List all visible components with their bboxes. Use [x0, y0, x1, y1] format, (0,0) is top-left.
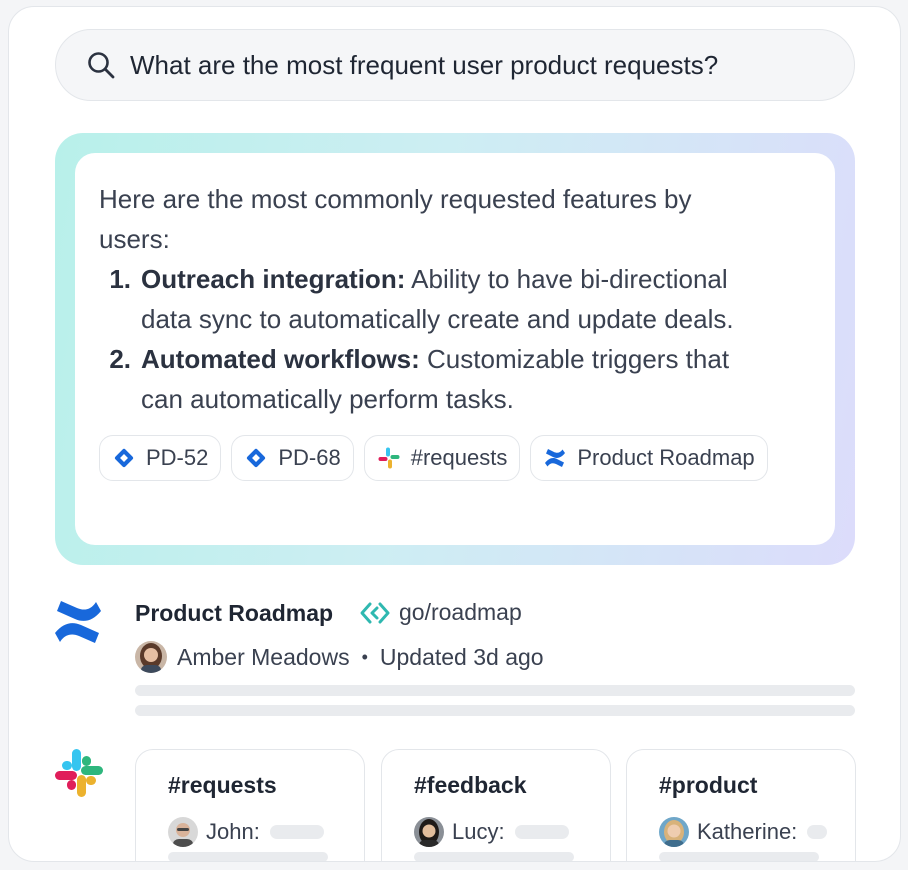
avatar-katherine-icon [659, 817, 689, 847]
jira-icon [247, 448, 266, 468]
source-chip-label: #requests [410, 445, 508, 470]
answer-body: Here are the most commonly requested fea… [75, 153, 835, 545]
search-query[interactable]: What are the most frequent user product … [130, 50, 718, 81]
search-results-card: What are the most frequent user product … [8, 6, 901, 862]
avatar [168, 817, 198, 847]
channel-name: #feedback [414, 772, 527, 798]
search-icon [88, 52, 115, 79]
message-row: Lucy: [414, 817, 610, 847]
slack-channel-card-product[interactable]: #product Katherine: [626, 749, 856, 861]
golink-text: go/roadmap [399, 599, 522, 625]
confluence-logo-icon [55, 601, 101, 643]
answer-item: 1. Outreach integration: Ability to have… [99, 259, 811, 339]
slack-icon [378, 447, 400, 469]
message-placeholder [807, 825, 828, 839]
answer-item-number: 1. [109, 264, 131, 294]
answer-item-title: Outreach integration: [141, 264, 406, 294]
message-user: Lucy: [452, 819, 505, 844]
jira-icon [114, 448, 134, 468]
confluence-icon [545, 449, 566, 467]
channel-name: #requests [168, 772, 277, 798]
source-chip-label: Product Roadmap [577, 445, 755, 470]
message-placeholder [514, 825, 569, 839]
source-chip-requests[interactable]: #requests [363, 435, 521, 481]
meta-separator: • [361, 646, 368, 667]
slack-channel-card-requests[interactable]: #requests John: [135, 749, 365, 861]
slack-logo-icon [55, 749, 103, 797]
golink[interactable]: go/roadmap [359, 599, 522, 626]
updated-time: Updated 3d ago [379, 643, 544, 670]
message-user: Katherine: [697, 819, 798, 844]
avatar-lucy-icon [414, 817, 444, 847]
avatar [414, 817, 444, 847]
avatar [659, 817, 689, 847]
message-placeholder [269, 825, 324, 839]
source-chip-label: PD-68 [278, 445, 341, 470]
answer-list: 1. Outreach integration: Ability to have… [99, 259, 811, 419]
channel-name: #product [659, 772, 758, 798]
source-chip-product-roadmap[interactable]: Product Roadmap [530, 435, 768, 481]
source-chips: PD-52 PD-68 #requests Product Roadmap [99, 435, 811, 481]
answer-item: 2. Automated workflows: Customizable tri… [99, 339, 811, 419]
search-bar[interactable]: What are the most frequent user product … [55, 29, 855, 101]
placeholder-line [135, 685, 855, 696]
placeholder-line [414, 852, 574, 861]
source-chip-label: PD-52 [146, 445, 209, 470]
answer-item-number: 2. [109, 344, 131, 374]
placeholder-line [135, 705, 855, 716]
golink-icon [360, 602, 390, 623]
answer-intro: Here are the most commonly requested fea… [99, 184, 692, 254]
answer-panel: Here are the most commonly requested fea… [55, 133, 855, 565]
avatar [135, 641, 167, 673]
placeholder-line [168, 852, 328, 861]
result-meta: Amber Meadows • Updated 3d ago [135, 641, 544, 673]
source-chip-pd-68[interactable]: PD-68 [231, 435, 354, 481]
author-name[interactable]: Amber Meadows [177, 644, 350, 671]
message-row: John: [168, 817, 364, 847]
avatar-amber-icon [135, 641, 167, 673]
answer-item-title: Automated workflows: [141, 344, 420, 374]
slack-channel-card-feedback[interactable]: #feedback Lucy: [381, 749, 611, 861]
message-row: Katherine: [659, 817, 855, 847]
source-chip-pd-52[interactable]: PD-52 [99, 435, 222, 481]
message-user: John: [206, 819, 260, 844]
placeholder-line [659, 852, 819, 861]
result-title[interactable]: Product Roadmap [135, 600, 333, 627]
avatar-john-icon [168, 817, 198, 847]
